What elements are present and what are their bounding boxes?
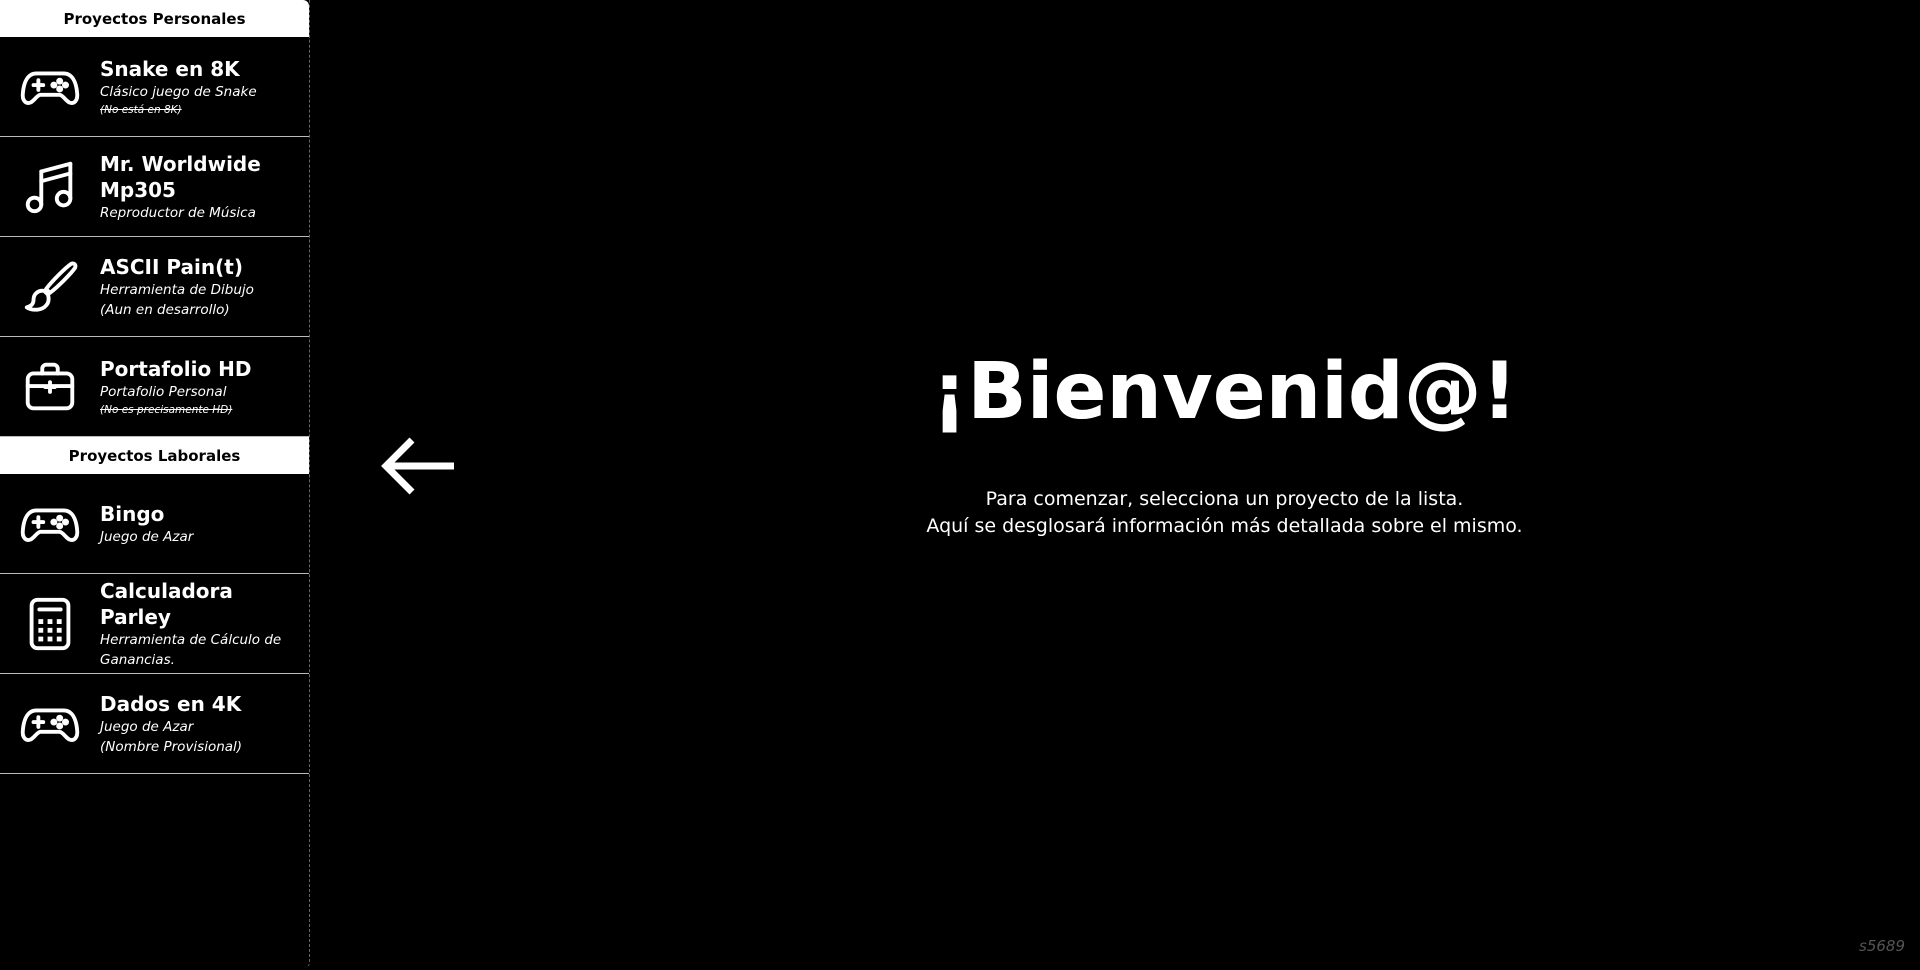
project-sidebar: Proyectos Personales Snake en 8K Clásico… (0, 0, 310, 968)
music-note-icon (0, 156, 100, 218)
gamepad-icon (0, 493, 100, 555)
briefcase-icon (0, 356, 100, 418)
project-note: (No está en 8K) (100, 103, 182, 116)
project-title: Mr. Worldwide Mp305 (100, 151, 261, 202)
project-title: Calculadora Parley (100, 578, 233, 629)
project-description: Reproductor de Música (100, 204, 256, 221)
project-item-mp305[interactable]: Mr. Worldwide Mp305 Reproductor de Músic… (0, 137, 309, 237)
project-title: Portafolio HD (100, 356, 252, 381)
welcome-line-1: Para comenzar, selecciona un proyecto de… (985, 488, 1464, 510)
project-description-extra: (Aun en desarrollo) (100, 301, 230, 318)
project-note: (No es precisamente HD) (100, 403, 233, 416)
gamepad-icon (0, 56, 100, 118)
project-description: Herramienta de Dibujo (100, 281, 254, 298)
project-item-portafolio[interactable]: Portafolio HD Portafolio Personal (No es… (0, 337, 309, 437)
paintbrush-icon (0, 256, 100, 318)
watermark: s5689 (1859, 937, 1905, 955)
project-description: Juego de Azar (100, 528, 194, 545)
app: Proyectos Personales Snake en 8K Clásico… (0, 0, 1920, 970)
welcome-panel: ¡Bienvenid@! Para comenzar, selecciona u… (309, 340, 1920, 540)
project-description-extra: (Nombre Provisional) (100, 738, 243, 755)
section-header-personal: Proyectos Personales (0, 0, 309, 37)
welcome-title: ¡Bienvenid@! (931, 347, 1518, 437)
project-item-ascii-paint[interactable]: ASCII Pain(t) Herramienta de Dibujo (Aun… (0, 237, 309, 337)
project-description-extra: Ganancias. (100, 651, 175, 668)
project-item-bingo[interactable]: Bingo Juego de Azar (0, 474, 309, 574)
project-item-calculadora-parley[interactable]: Calculadora Parley Herramienta de Cálcul… (0, 574, 309, 674)
project-description: Juego de Azar (100, 718, 194, 735)
section-header-work: Proyectos Laborales (0, 437, 309, 474)
project-title: Bingo (100, 501, 165, 526)
project-title: Snake en 8K (100, 56, 240, 81)
project-description: Herramienta de Cálculo de (100, 631, 282, 648)
calculator-icon (0, 593, 100, 655)
project-item-dados[interactable]: Dados en 4K Juego de Azar (Nombre Provis… (0, 674, 309, 774)
welcome-line-2: Aquí se desglosará información más detal… (926, 515, 1523, 537)
project-description: Portafolio Personal (100, 383, 227, 400)
project-title: ASCII Pain(t) (100, 254, 243, 279)
project-description: Clásico juego de Snake (100, 83, 257, 100)
gamepad-icon (0, 693, 100, 755)
project-item-snake[interactable]: Snake en 8K Clásico juego de Snake (No e… (0, 37, 309, 137)
welcome-subtitle: Para comenzar, selecciona un proyecto de… (309, 486, 1920, 540)
project-title: Dados en 4K (100, 691, 242, 716)
